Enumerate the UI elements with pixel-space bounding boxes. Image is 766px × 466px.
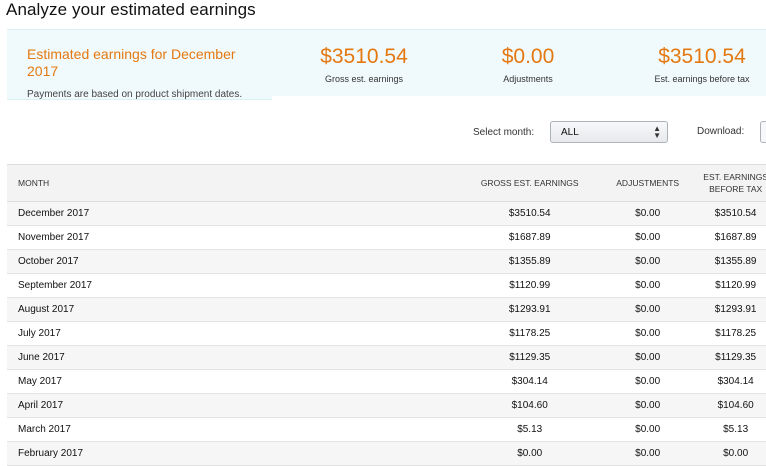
cell-month: March 2017 (7, 417, 457, 442)
est-before-tax-label: Est. earnings before tax (654, 74, 750, 84)
cell-month: July 2017 (7, 321, 457, 346)
cell-gross: $304.14 (456, 369, 604, 394)
table-row: May 2017 $304.14 $0.00 $304.14 (7, 369, 766, 394)
header-month[interactable]: MONTH (7, 164, 457, 202)
cell-gross: $1687.89 (456, 225, 604, 250)
cell-gross: $104.60 (456, 393, 604, 418)
cell-adjustments: $0.00 (603, 417, 693, 442)
table-row: November 2017 $1687.89 $0.00 $1687.89 (7, 225, 766, 250)
cell-est-before-tax: $5.13 (692, 417, 766, 442)
table-row: March 2017 $5.13 $0.00 $5.13 (7, 417, 766, 442)
est-before-tax-metric: $3510.54 Est. earnings before tax (637, 44, 766, 84)
select-month-label: Select month: (473, 127, 535, 138)
cell-adjustments: $0.00 (603, 273, 693, 298)
cell-month: April 2017 (7, 393, 457, 418)
cell-adjustments: $0.00 (603, 201, 693, 226)
cell-est-before-tax: $3510.54 (692, 201, 766, 226)
summary-note: Payments are based on product shipment d… (27, 89, 243, 100)
cell-est-before-tax: $1293.91 (692, 297, 766, 322)
cell-month: December 2017 (7, 201, 457, 226)
cell-adjustments: $0.00 (603, 297, 693, 322)
page-title: Analyze your estimated earnings (6, 0, 256, 19)
header-adjustments[interactable]: ADJUSTMENTS (603, 164, 693, 202)
cell-est-before-tax: $1129.35 (692, 345, 766, 370)
gross-earnings-label: Gross est. earnings (324, 74, 404, 84)
cell-gross: $1293.91 (456, 297, 604, 322)
select-arrows-icon: ▲ ▼ (653, 124, 661, 140)
cell-gross: $3510.54 (456, 201, 604, 226)
cell-est-before-tax: $1355.89 (692, 249, 766, 274)
adjustments-value: $0.00 (501, 45, 555, 68)
table-row: April 2017 $104.60 $0.00 $104.60 (7, 393, 766, 418)
cell-month: August 2017 (7, 297, 457, 322)
cell-adjustments: $0.00 (603, 321, 693, 346)
month-select-value: ALL (561, 127, 579, 138)
cell-gross: $1120.99 (456, 273, 604, 298)
table-row: July 2017 $1178.25 $0.00 $1178.25 (7, 321, 766, 346)
header-est-line2: BEFORE TAX (709, 184, 763, 194)
table-row: September 2017 $1120.99 $0.00 $1120.99 (7, 273, 766, 298)
header-est-line1: EST. EARNINGS (703, 172, 766, 182)
adjustments-metric: $0.00 Adjustments (478, 44, 578, 84)
adjustments-label: Adjustments (503, 74, 553, 84)
cell-est-before-tax: $1178.25 (692, 321, 766, 346)
cell-gross: $1129.35 (456, 345, 604, 370)
summary-divider (272, 96, 766, 100)
cell-month: September 2017 (7, 273, 457, 298)
cell-month: October 2017 (7, 249, 457, 274)
cell-adjustments: $0.00 (603, 393, 693, 418)
download-label: Download: (697, 126, 745, 137)
table-row: June 2017 $1129.35 $0.00 $1129.35 (7, 345, 766, 370)
month-select[interactable]: ALL ▲ ▼ (550, 121, 668, 143)
cell-month: May 2017 (7, 369, 457, 394)
download-select[interactable] (760, 121, 766, 143)
earnings-summary-panel: Estimated earnings for December 2017 Pay… (7, 29, 766, 100)
table-row: October 2017 $1355.89 $0.00 $1355.89 (7, 249, 766, 274)
cell-adjustments: $0.00 (603, 249, 693, 274)
cell-month: June 2017 (7, 345, 457, 370)
cell-adjustments: $0.00 (603, 345, 693, 370)
cell-adjustments: $0.00 (603, 369, 693, 394)
est-before-tax-value: $3510.54 (658, 45, 746, 68)
table-row: December 2017 $3510.54 $0.00 $3510.54 (7, 201, 766, 226)
header-est-before-tax[interactable]: EST. EARNINGS BEFORE TAX (692, 164, 766, 202)
cell-gross: $1355.89 (456, 249, 604, 274)
summary-period-label: Estimated earnings for December 2017 (27, 46, 236, 79)
table-row: August 2017 $1293.91 $0.00 $1293.91 (7, 297, 766, 322)
cell-est-before-tax: $104.60 (692, 393, 766, 418)
gross-earnings-metric: $3510.54 Gross est. earnings (304, 44, 424, 84)
table-header-row: MONTH GROSS EST. EARNINGS ADJUSTMENTS ES… (7, 164, 766, 202)
cell-adjustments: $0.00 (603, 225, 693, 250)
cell-month: November 2017 (7, 225, 457, 250)
cell-gross: $1178.25 (456, 321, 604, 346)
header-gross[interactable]: GROSS EST. EARNINGS (456, 164, 604, 202)
gross-earnings-value: $3510.54 (320, 45, 408, 68)
earnings-table: MONTH GROSS EST. EARNINGS ADJUSTMENTS ES… (7, 164, 766, 466)
cell-est-before-tax: $304.14 (692, 369, 766, 394)
cell-est-before-tax: $1120.99 (692, 273, 766, 298)
cell-gross: $5.13 (456, 417, 604, 442)
cell-est-before-tax: $1687.89 (692, 225, 766, 250)
